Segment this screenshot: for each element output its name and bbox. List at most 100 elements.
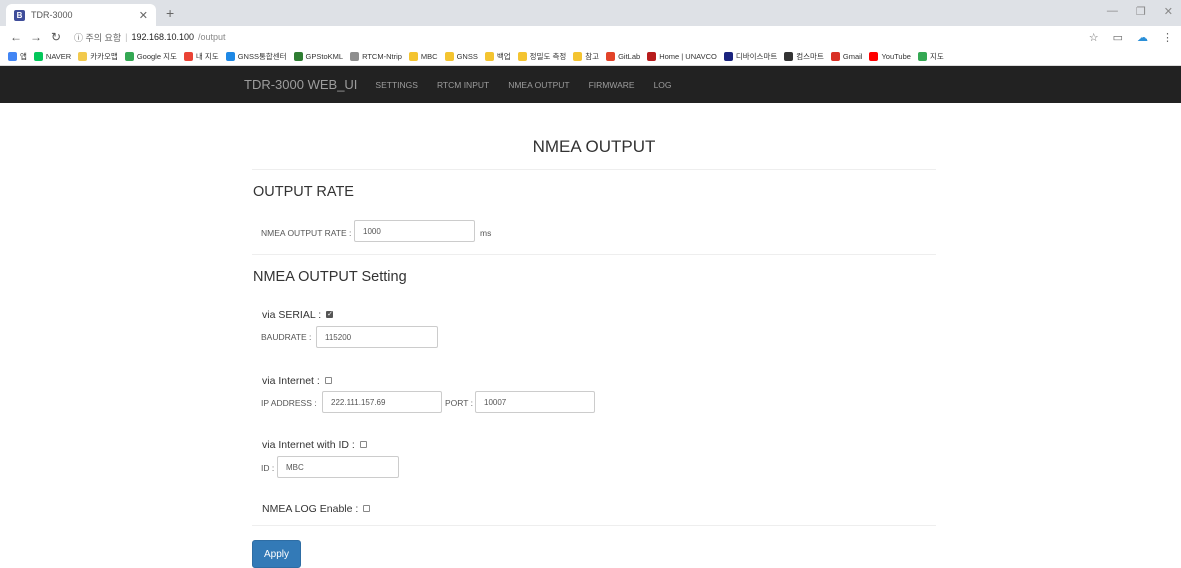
bookmark-item[interactable]: 정밀도 측정 bbox=[517, 51, 567, 62]
bookmark-item[interactable]: 지도 bbox=[917, 51, 944, 62]
bookmark-item[interactable]: GNSS통합센터 bbox=[225, 51, 287, 62]
bookmark-favicon-icon bbox=[517, 52, 527, 61]
via-internet-id-label: via Internet with ID : bbox=[262, 439, 355, 451]
divider bbox=[252, 254, 936, 255]
bookmark-favicon-icon bbox=[830, 52, 840, 61]
apply-button[interactable]: Apply bbox=[252, 540, 301, 568]
via-serial-row: via SERIAL : ✓ bbox=[262, 309, 334, 321]
bookmark-favicon-icon bbox=[606, 52, 616, 61]
back-icon[interactable]: ← bbox=[8, 30, 24, 44]
bookmark-label: NAVER bbox=[45, 52, 72, 61]
url-host: 192.168.10.100 bbox=[131, 32, 195, 42]
bookmark-item[interactable]: 백업 bbox=[484, 51, 511, 62]
nmea-setting-heading: NMEA OUTPUT Setting bbox=[253, 269, 407, 285]
window-controls: — ❐ ✕ bbox=[1107, 5, 1173, 18]
reload-icon[interactable]: ↻ bbox=[48, 30, 64, 44]
divider bbox=[252, 169, 936, 170]
bookmark-favicon-icon bbox=[33, 52, 43, 61]
browser-actions: ☆ ▭ ☁ ⋮ bbox=[1089, 31, 1173, 44]
bookmark-label: GitLab bbox=[618, 52, 641, 61]
bookmark-item[interactable]: Google 지도 bbox=[124, 51, 177, 62]
bookmark-favicon-icon bbox=[8, 52, 17, 61]
nmea-log-label: NMEA LOG Enable : bbox=[262, 503, 359, 515]
bookmark-item[interactable]: Gmail bbox=[830, 52, 863, 61]
bookmark-label: Google 지도 bbox=[136, 52, 177, 61]
bookmark-label: 백업 bbox=[496, 52, 511, 61]
bookmarks-bar: 앱 NAVER 카카오맵 Google 지도 내 지도 GNSS통합센터 GPStoKML R… bbox=[0, 48, 1181, 66]
bookmark-favicon-icon bbox=[723, 52, 733, 61]
bookmark-label: 정밀도 측정 bbox=[529, 52, 567, 61]
url-path: /output bbox=[198, 32, 226, 42]
bookmark-label: Home | UNAVCO bbox=[659, 52, 717, 61]
rate-input[interactable] bbox=[354, 220, 475, 242]
bookmark-label: GPStoKML bbox=[305, 52, 344, 61]
bookmark-label: 참고 bbox=[585, 52, 600, 61]
bookmark-item[interactable]: Home | UNAVCO bbox=[647, 52, 717, 61]
bookmark-label: GNSS bbox=[456, 52, 478, 61]
via-internet-id-checkbox[interactable] bbox=[359, 440, 367, 448]
restore-icon[interactable]: ❐ bbox=[1136, 5, 1146, 18]
nav-link-settings[interactable]: SETTINGS bbox=[375, 80, 418, 90]
bookmark-item[interactable]: YouTube bbox=[869, 52, 911, 61]
bookmark-item[interactable]: GPStoKML bbox=[293, 52, 344, 61]
nav-link-rtcm-input[interactable]: RTCM INPUT bbox=[437, 80, 489, 90]
id-input[interactable] bbox=[277, 456, 399, 478]
bookmark-item[interactable]: GNSS bbox=[444, 52, 478, 61]
id-label: ID : bbox=[261, 463, 275, 473]
bookmark-favicon-icon bbox=[78, 52, 88, 61]
bookmark-item[interactable]: 디바이스마트 bbox=[723, 51, 777, 62]
nmea-log-row: NMEA LOG Enable : bbox=[262, 503, 371, 515]
bookmark-label: GNSS통합센터 bbox=[237, 52, 287, 61]
menu-dots-icon[interactable]: ⋮ bbox=[1162, 31, 1173, 44]
url-field[interactable]: ⓘ 주의 요함 | 192.168.10.100/output bbox=[74, 31, 226, 44]
bookmark-item[interactable]: 앱 bbox=[8, 51, 27, 62]
bookmark-favicon-icon bbox=[183, 52, 193, 61]
via-internet-checkbox[interactable] bbox=[324, 376, 332, 384]
new-tab-icon[interactable]: + bbox=[166, 5, 174, 21]
bookmark-item[interactable]: 컴스마트 bbox=[784, 51, 824, 62]
bookmark-label: Gmail bbox=[842, 52, 863, 61]
bookmark-favicon-icon bbox=[484, 52, 494, 61]
via-serial-label: via SERIAL : bbox=[262, 309, 322, 321]
bookmark-favicon-icon bbox=[784, 52, 794, 61]
window-close-icon[interactable]: ✕ bbox=[1164, 5, 1173, 18]
tab-title: TDR-3000 bbox=[31, 10, 73, 20]
bookmark-label: 내 지도 bbox=[195, 52, 219, 61]
address-bar: ← → ↻ ⓘ 주의 요함 | 192.168.10.100/output ☆ … bbox=[0, 26, 1181, 48]
url-separator: | bbox=[125, 32, 128, 42]
bookmark-item[interactable]: GitLab bbox=[606, 52, 640, 61]
bookmark-item[interactable]: 참고 bbox=[573, 51, 599, 62]
bookmark-label: MBC bbox=[420, 52, 438, 61]
extension-cloud-icon[interactable]: ☁ bbox=[1137, 31, 1148, 44]
nav-link-log[interactable]: LOG bbox=[654, 80, 672, 90]
baudrate-input[interactable] bbox=[316, 326, 438, 348]
navbar-brand[interactable]: TDR-3000 WEB_UI bbox=[244, 77, 357, 92]
port-label: PORT : bbox=[445, 398, 474, 408]
bookmark-label: 컴스마트 bbox=[796, 52, 824, 61]
bookmark-favicon-icon bbox=[869, 52, 879, 61]
bookmark-item[interactable]: NAVER bbox=[33, 52, 72, 61]
browser-tab[interactable]: B TDR-3000 ✕ bbox=[6, 4, 156, 26]
cast-icon[interactable]: ▭ bbox=[1113, 31, 1123, 44]
page-title: NMEA OUTPUT bbox=[532, 137, 656, 156]
baudrate-label: BAUDRATE : bbox=[261, 332, 312, 342]
tab-close-icon[interactable]: ✕ bbox=[139, 9, 148, 22]
forward-icon[interactable]: → bbox=[28, 30, 44, 44]
bookmark-item[interactable]: MBC bbox=[408, 52, 438, 61]
bookmark-item[interactable]: 카카오맵 bbox=[78, 51, 118, 62]
via-serial-checkbox[interactable]: ✓ bbox=[326, 310, 334, 318]
security-warning[interactable]: ⓘ 주의 요함 bbox=[74, 31, 121, 44]
browser-tab-bar: B TDR-3000 ✕ + — ❐ ✕ bbox=[0, 0, 1181, 26]
bookmark-favicon-icon bbox=[293, 52, 303, 61]
port-input[interactable] bbox=[475, 391, 595, 413]
ip-address-input[interactable] bbox=[322, 391, 442, 413]
rate-unit: ms bbox=[480, 228, 492, 238]
nav-link-firmware[interactable]: FIRMWARE bbox=[589, 80, 635, 90]
bookmark-item[interactable]: RTCM-Ntrip bbox=[350, 52, 402, 61]
bookmark-item[interactable]: 내 지도 bbox=[183, 51, 219, 62]
minimize-icon[interactable]: — bbox=[1107, 5, 1118, 18]
bookmark-star-icon[interactable]: ☆ bbox=[1089, 31, 1099, 44]
nmea-log-checkbox[interactable] bbox=[363, 504, 371, 512]
tab-favicon-icon: B bbox=[14, 9, 25, 21]
nav-link-nmea-output[interactable]: NMEA OUTPUT bbox=[508, 80, 569, 90]
